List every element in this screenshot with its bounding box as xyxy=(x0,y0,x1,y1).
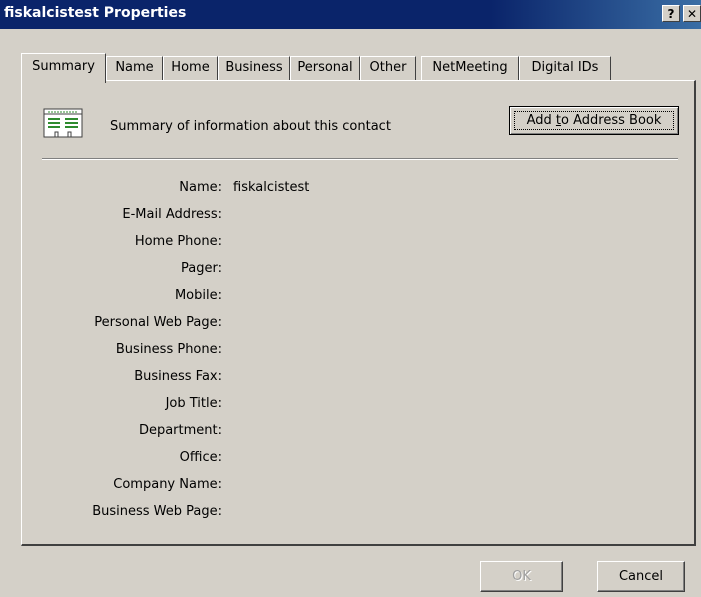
field-label-job-title: Job Title: xyxy=(165,396,222,411)
tab-business[interactable]: Business xyxy=(218,56,290,81)
window-title: fiskalcistest Properties xyxy=(4,5,187,21)
contact-card-icon xyxy=(43,108,83,138)
close-button[interactable]: ✕ xyxy=(683,5,701,22)
field-label-personal-web-page: Personal Web Page: xyxy=(94,315,222,330)
divider xyxy=(42,158,678,160)
tab-digital-ids[interactable]: Digital IDs xyxy=(519,56,611,81)
field-label-pager: Pager: xyxy=(181,261,222,276)
field-value-name: fiskalcistest xyxy=(233,180,310,195)
tab-summary[interactable]: Summary xyxy=(21,53,106,83)
summary-description: Summary of information about this contac… xyxy=(110,119,391,134)
title-bar[interactable]: fiskalcistest Properties ? ✕ xyxy=(0,0,701,29)
field-label-department: Department: xyxy=(138,423,222,438)
tab-netmeeting[interactable]: NetMeeting xyxy=(421,56,519,81)
field-label-email: E-Mail Address: xyxy=(122,207,222,222)
cancel-button[interactable]: Cancel xyxy=(597,561,685,592)
help-button[interactable]: ? xyxy=(662,5,680,22)
field-label-business-fax: Business Fax: xyxy=(134,369,222,384)
field-label-business-phone: Business Phone: xyxy=(115,342,222,357)
field-label-business-web-page: Business Web Page: xyxy=(92,504,222,519)
field-label-mobile: Mobile: xyxy=(174,288,222,303)
add-to-address-book-label: Add to Address Book xyxy=(514,111,674,130)
tab-name[interactable]: Name xyxy=(106,56,163,81)
field-label-company-name: Company Name: xyxy=(113,477,222,492)
close-icon: ✕ xyxy=(686,7,698,21)
field-label-home-phone: Home Phone: xyxy=(134,234,222,249)
tab-personal[interactable]: Personal xyxy=(290,56,360,81)
ok-button[interactable]: OK xyxy=(480,561,563,592)
tab-other[interactable]: Other xyxy=(360,56,416,81)
field-label-name: Name: xyxy=(179,180,222,195)
add-to-address-book-button[interactable]: Add to Address Book xyxy=(509,106,679,135)
summary-panel: Summary of information about this contac… xyxy=(21,80,696,546)
field-label-office: Office: xyxy=(179,450,222,465)
tab-home[interactable]: Home xyxy=(163,56,218,81)
